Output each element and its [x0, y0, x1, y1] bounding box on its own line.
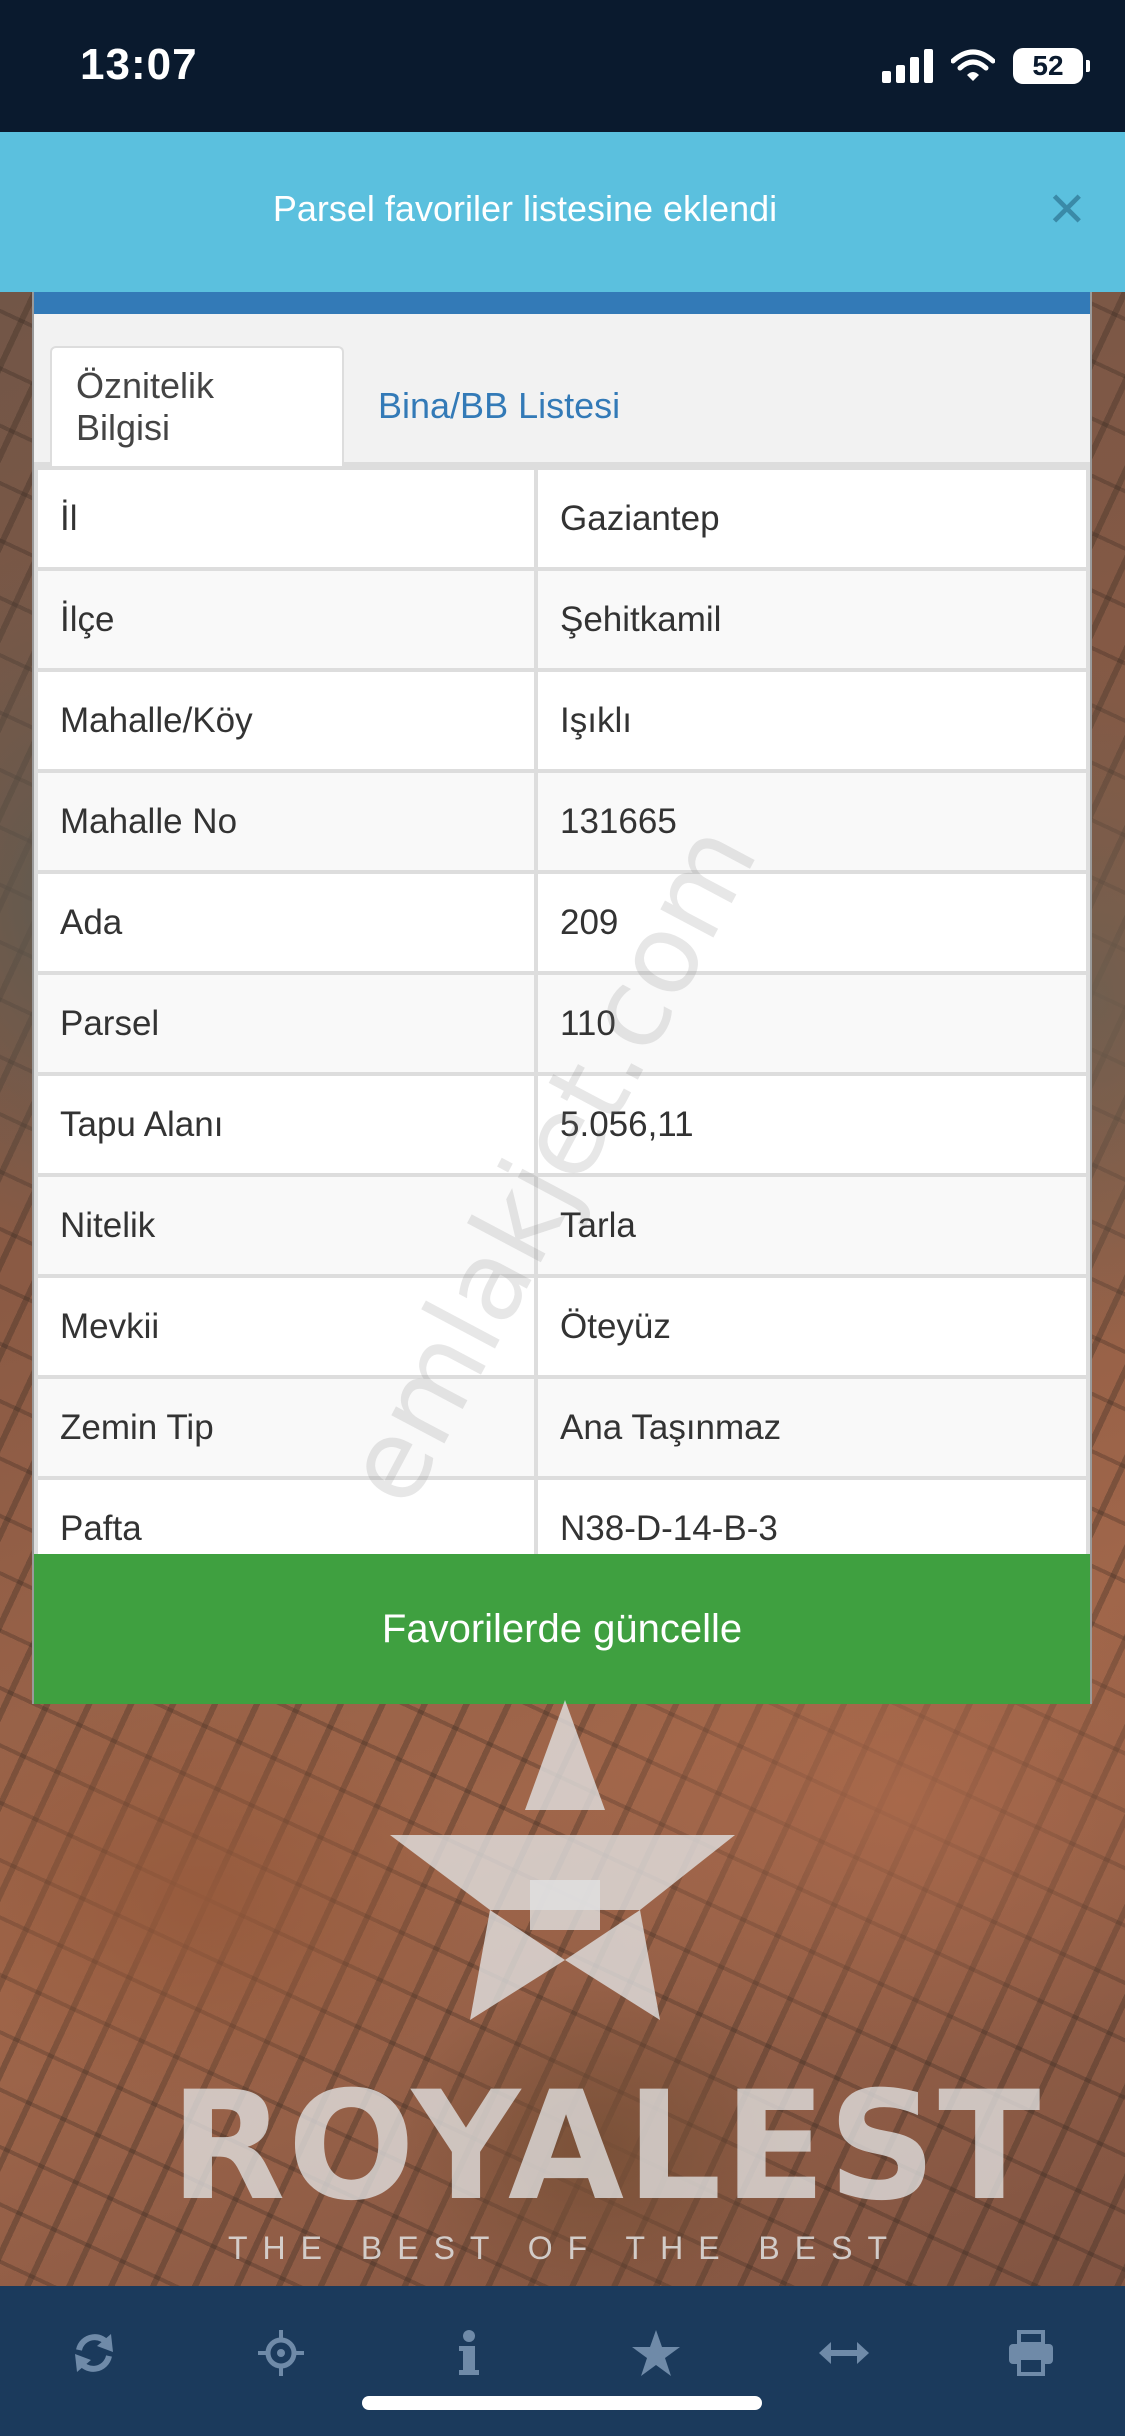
table-row: İl Gaziantep — [34, 466, 1090, 571]
battery-icon: 52 — [1013, 48, 1090, 84]
table-row: Nitelik Tarla — [34, 1173, 1090, 1278]
info-icon[interactable] — [434, 2318, 504, 2388]
attribute-value: 110 — [534, 971, 1090, 1076]
table-row: Parsel 110 — [34, 971, 1090, 1076]
attribute-value: Şehitkamil — [534, 567, 1090, 672]
attribute-value: 5.056,11 — [534, 1072, 1090, 1177]
logo-tagline: THE BEST OF THE BEST — [228, 2230, 902, 2266]
attribute-value: Öteyüz — [534, 1274, 1090, 1379]
crosshair-icon[interactable] — [246, 2318, 316, 2388]
logo-wordmark: ROYALEST — [170, 2060, 1043, 2234]
attribute-key: İl — [34, 466, 538, 571]
status-icons: 52 — [882, 48, 1090, 84]
table-row: Mevkii Öteyüz — [34, 1274, 1090, 1379]
attribute-value: Gaziantep — [534, 466, 1090, 571]
table-row: Tapu Alanı 5.056,11 — [34, 1072, 1090, 1177]
attribute-key: Mahalle/Köy — [34, 668, 538, 773]
royalest-logo: ROYALEST THE BEST OF THE BEST — [170, 1700, 1043, 2280]
close-icon[interactable]: ✕ — [1047, 182, 1087, 238]
print-icon[interactable] — [996, 2318, 1066, 2388]
tab-bar: Öznitelik Bilgisi Bina/BB Listesi — [34, 314, 1090, 466]
cellular-signal-icon — [882, 49, 933, 83]
tab-building-list[interactable]: Bina/BB Listesi — [354, 346, 644, 466]
attribute-key: Mevkii — [34, 1274, 538, 1379]
status-bar: 13:07 52 — [0, 0, 1125, 132]
tab-attribute-info[interactable]: Öznitelik Bilgisi — [50, 346, 344, 466]
table-row: İlçe Şehitkamil — [34, 567, 1090, 672]
refresh-icon[interactable] — [59, 2318, 129, 2388]
wifi-icon — [951, 49, 995, 81]
panel-top-bar — [34, 292, 1090, 314]
attribute-key: Mahalle No — [34, 769, 538, 874]
star-logo-icon — [390, 1700, 735, 2020]
status-time: 13:07 — [80, 40, 198, 89]
measure-icon[interactable] — [809, 2318, 879, 2388]
parcel-info-panel: Öznitelik Bilgisi Bina/BB Listesi İl Gazi… — [32, 292, 1092, 1704]
attribute-table: İl Gaziantep İlçe Şehitkamil Mahalle/Köy Işık… — [34, 466, 1090, 1581]
attribute-value: 209 — [534, 870, 1090, 975]
table-row: Mahalle No 131665 — [34, 769, 1090, 874]
star-icon[interactable] — [621, 2318, 691, 2388]
attribute-value: Tarla — [534, 1173, 1090, 1278]
bottom-toolbar — [0, 2286, 1125, 2436]
attribute-key: Parsel — [34, 971, 538, 1076]
update-favorites-button[interactable]: Favorilerde güncelle — [34, 1554, 1090, 1704]
table-row: Mahalle/Köy Işıklı — [34, 668, 1090, 773]
attribute-key: Tapu Alanı — [34, 1072, 538, 1177]
table-row: Ada 209 — [34, 870, 1090, 975]
toast-message: Parsel favoriler listesine eklendi — [272, 188, 778, 229]
attribute-key: Nitelik — [34, 1173, 538, 1278]
attribute-value: Ana Taşınmaz — [534, 1375, 1090, 1480]
notification-toast: Parsel favoriler listesine eklendi ✕ — [0, 132, 1125, 292]
attribute-key: Ada — [34, 870, 538, 975]
table-row: Zemin Tip Ana Taşınmaz — [34, 1375, 1090, 1480]
attribute-value: 131665 — [534, 769, 1090, 874]
attribute-value: Işıklı — [534, 668, 1090, 773]
attribute-key: İlçe — [34, 567, 538, 672]
attribute-key: Zemin Tip — [34, 1375, 538, 1480]
home-indicator[interactable] — [362, 2396, 762, 2410]
